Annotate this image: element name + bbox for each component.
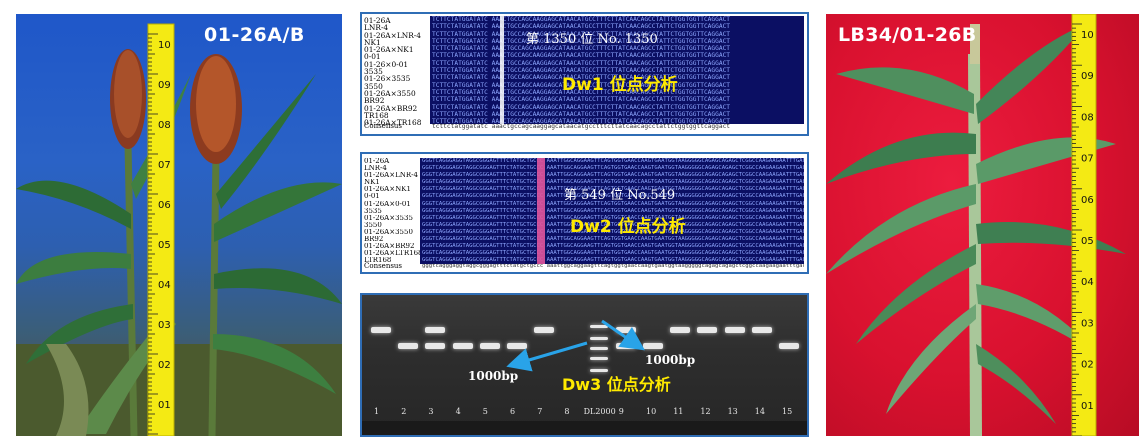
measuring-ruler-left: 10 09 08 07 06 05 04 03 02 01 — [147, 23, 175, 436]
ruler-tick-label: 03 — [1081, 318, 1094, 329]
ruler-tick-label: 08 — [158, 120, 171, 131]
dw1-sample-name: 01-26A×3550 — [364, 89, 416, 98]
arrow-right — [601, 319, 645, 351]
dw2-sequence-row: GGGTCAGGGAGGTAGGCGGGAGTTTCTATGCTGCCC AAA… — [422, 236, 804, 243]
dw1-sample-name: 01-26A×BR92 — [364, 104, 418, 112]
dw1-analysis-label: Dw1 位点分析 — [562, 75, 678, 95]
dw2-consensus-label: Consensus — [364, 262, 403, 270]
dw2-alignment-panel: 01-26A LNR-4 01-26A×LNR-4 NK1 01-26A×NK1 0-01… — [360, 152, 809, 274]
ruler-tick-label: 07 — [1081, 154, 1094, 165]
dw1-sample-name: 3535 — [364, 68, 383, 76]
ruler-tick-label: 02 — [1081, 360, 1094, 371]
dw1-sample-name-list: 01-26A LNR-4 01-26A×LNR-4 NK1 01-26A×NK1 0-01… — [364, 17, 434, 126]
ruler-tick-label: 04 — [158, 280, 171, 291]
ruler-tick-label: 06 — [158, 200, 171, 211]
measuring-ruler-right: 10 09 08 07 06 05 04 03 02 01 — [1071, 14, 1097, 436]
dw1-sample-name: 0-01 — [364, 53, 381, 61]
ruler-tick-label: 07 — [158, 160, 171, 171]
dw2-sequence-row: GGGTCAGGGAGGTAGGCGGGAGTTTCTATGCTGCCC AAA… — [422, 243, 804, 250]
dw1-sample-name: 01-26A — [364, 17, 391, 25]
dw1-consensus-label: Consensus — [364, 122, 403, 130]
dw1-sequence-row: TCTTCTATGGATATC AAACTGCCAGCAAGGAGCATAACA… — [432, 59, 731, 67]
dw2-consensus-sequence: gggtcagggaggtaggcgggagtttctatgctgccc aaa… — [422, 263, 804, 269]
sorghum-plant-illustration-right: 10 09 08 07 06 05 04 03 02 01 — [826, 14, 1126, 436]
dw1-sequence-row: TCTTCTATGGATATC AAACTGCCAGCAAGGAGCATAACA… — [432, 110, 731, 118]
ruler-tick-label: 02 — [158, 360, 171, 371]
dw1-sample-name: 01-26×0-01 — [364, 60, 409, 69]
ruler-tick-label: 10 — [1081, 30, 1094, 41]
dw1-sample-name: LNR-4 — [364, 24, 389, 32]
bp-pointer-arrows — [506, 319, 645, 372]
bp-label-left: 1000bp — [468, 369, 519, 383]
dw1-sample-name: 01-26A×LNR-4 — [364, 31, 421, 39]
ruler-tick-label: 06 — [1081, 195, 1094, 206]
ruler-tick-label: 09 — [158, 80, 171, 91]
dw1-sequence-row: TCTTCTATGGATATC AAACTGCCAGCAAGGAGCATAACA… — [432, 52, 731, 60]
dw1-sample-name: BR92 — [364, 97, 385, 105]
dw1-sample-name: NK1 — [364, 38, 381, 47]
arrow-left — [506, 341, 588, 372]
dw2-position-text: 第 549 位 No.549 — [564, 188, 676, 203]
right-plant-photo: 10 09 08 07 06 05 04 03 02 01 LB34/01-26B — [826, 14, 1139, 436]
dw2-alignment-block: GGGTCAGGGAGGTAGGCGGGAGTTTCTATGCTGCCC AAA… — [420, 158, 804, 264]
dw3-analysis-label: Dw3 位点分析 — [562, 375, 671, 394]
dw1-consensus-sequence: tcttctatggatatc aaactgccagcaaggagcataaca… — [432, 123, 731, 130]
bp-label-right: 1000bp — [645, 353, 696, 367]
ruler-tick-label: 05 — [1081, 236, 1094, 247]
dw2-highlight-column — [537, 158, 545, 264]
dw1-alignment-panel: 01-26A LNR-4 01-26A×LNR-4 NK1 01-26A×NK1 0-01… — [360, 12, 809, 136]
ruler-tick-label: 05 — [158, 240, 171, 251]
dw2-sequence-row: GGGTCAGGGAGGTAGGCGGGAGTTTCTATGCTGCCC AAA… — [422, 250, 804, 257]
dw2-sequence-row: GGGTCAGGGAGGTAGGCGGGAGTTTCTATGCTGCCC AAA… — [422, 165, 804, 172]
left-plant-photo: 10 09 08 07 06 05 04 03 02 01 01-26A/B — [16, 14, 342, 436]
ruler-tick-label: 03 — [158, 320, 171, 331]
ruler-tick-label: 08 — [1081, 112, 1094, 123]
sorghum-plant-illustration: 10 09 08 07 06 05 04 03 02 01 — [16, 23, 342, 436]
left-photo-label: 01-26A/B — [204, 24, 305, 46]
dw1-sample-name: TR168 — [364, 111, 389, 120]
ruler-tick-label: 04 — [1081, 277, 1094, 288]
dw1-sample-name: 01-26A×NK1 — [364, 46, 414, 54]
dw3-gel-panel: 1 2 3 4 5 6 7 8 DL2000 9 10 11 12 13 14 15 1000bp 1000b… — [360, 293, 809, 437]
ruler-tick-label: 01 — [1081, 401, 1094, 412]
ruler-tick-label: 10 — [158, 40, 171, 51]
gel-bottom-strip — [362, 421, 807, 435]
dw2-sequence-row: GGGTCAGGGAGGTAGGCGGGAGTTTCTATGCTGCCC AAA… — [422, 158, 804, 164]
dw1-sequence-row: TCTTCTATGGATATC AAACTGCCAGCAAGGAGCATAACA… — [432, 103, 731, 111]
dw1-sample-name: 01-26×3535 — [364, 75, 411, 83]
dw1-position-text: 第 1350 位 No. 1350 — [526, 32, 658, 47]
dw1-sample-name: 3550 — [364, 82, 383, 90]
dw1-highlight-column — [500, 16, 504, 124]
ruler-tick-label: 01 — [158, 400, 171, 411]
dw2-sequence-row: GGGTCAGGGAGGTAGGCGGGAGTTTCTATGCTGCCC AAA… — [422, 172, 804, 179]
dw2-analysis-label: Dw2 位点分析 — [570, 217, 686, 237]
ruler-tick-label: 09 — [1081, 71, 1094, 82]
right-photo-label: LB34/01-26B — [838, 24, 977, 46]
dw1-sequence-row: TCTTCTATGGATATC AAACTGCCAGCAAGGAGCATAACA… — [432, 16, 731, 23]
dw1-sequence-row: TCTTCTATGGATATC AAACTGCCAGCAAGGAGCATAACA… — [432, 96, 731, 104]
